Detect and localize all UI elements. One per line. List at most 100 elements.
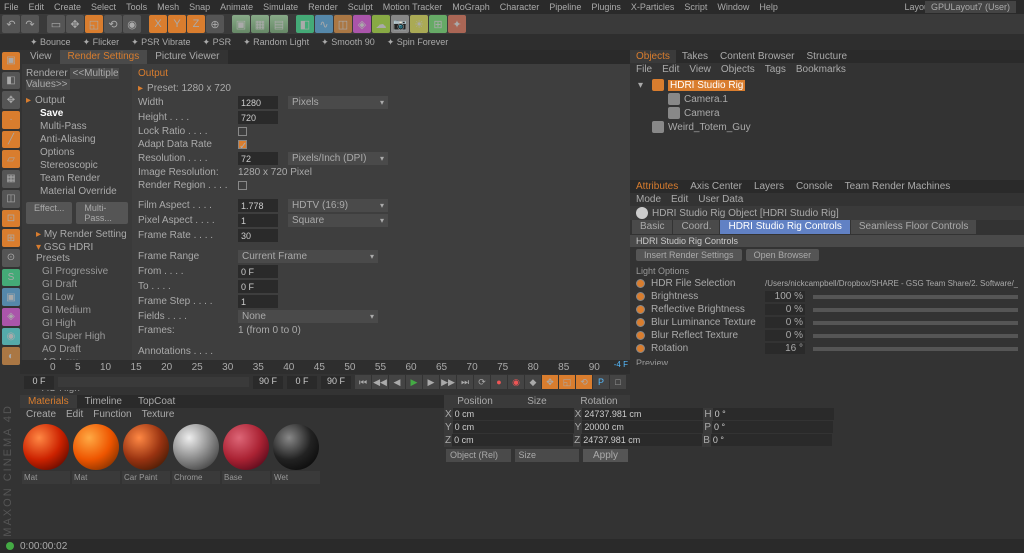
- key-rot-icon[interactable]: ⟲: [576, 375, 592, 389]
- snap-icon[interactable]: ⊙: [2, 249, 20, 267]
- tab-objects[interactable]: Objects: [630, 50, 676, 63]
- obj-row[interactable]: ▾HDRI Studio Rig: [636, 78, 1018, 92]
- brightness-value[interactable]: 100 %: [765, 291, 805, 302]
- x-axis-icon[interactable]: X: [149, 15, 167, 33]
- obj-menu-file[interactable]: File: [636, 64, 652, 75]
- deformer-icon[interactable]: ◈: [353, 15, 371, 33]
- film-aspect-dropdown[interactable]: HDTV (16:9): [288, 199, 388, 212]
- mode-b-icon[interactable]: ◉: [2, 328, 20, 346]
- obj-menu-objects[interactable]: Objects: [721, 64, 755, 75]
- from-input[interactable]: [238, 265, 278, 278]
- adapt-checkbox[interactable]: ✓: [238, 140, 247, 149]
- menu-sculpt[interactable]: Sculpt: [348, 2, 373, 12]
- menu-tools[interactable]: Tools: [126, 2, 147, 12]
- axis-mode-icon[interactable]: ✥: [2, 91, 20, 109]
- material-car-paint[interactable]: Car Paint: [122, 423, 170, 484]
- next-key-icon[interactable]: ▶▶: [440, 375, 456, 389]
- autokey-icon[interactable]: ◉: [508, 375, 524, 389]
- timeline-cur[interactable]: 0 F: [287, 376, 317, 389]
- z-axis-icon[interactable]: Z: [187, 15, 205, 33]
- object-mode-icon[interactable]: ◧: [2, 72, 20, 90]
- region-checkbox[interactable]: [238, 181, 247, 190]
- insert-render-button[interactable]: Insert Render Settings: [636, 249, 742, 261]
- step-input[interactable]: [238, 295, 278, 308]
- x-pos-input[interactable]: [453, 408, 574, 420]
- light-icon[interactable]: ☀: [410, 15, 428, 33]
- texture-mode-icon[interactable]: ▦: [2, 170, 20, 188]
- lasso-tool-icon[interactable]: ◉: [123, 15, 141, 33]
- attr-userdata[interactable]: User Data: [698, 194, 743, 205]
- tab-takes[interactable]: Takes: [676, 50, 714, 63]
- xp-icon[interactable]: ✦: [448, 15, 466, 33]
- tree-stereo[interactable]: Stereoscopic: [26, 159, 128, 172]
- btab-coord[interactable]: Coord.: [673, 220, 719, 234]
- tab-picture-viewer[interactable]: Picture Viewer: [147, 50, 227, 64]
- undo-icon[interactable]: ↶: [2, 15, 20, 33]
- uv-point-icon[interactable]: ⊡: [2, 210, 20, 228]
- cmd-psr[interactable]: ✦ PSR: [203, 37, 232, 48]
- material-mat[interactable]: Mat: [22, 423, 70, 484]
- tab-content[interactable]: Content Browser: [714, 50, 800, 63]
- spline-icon[interactable]: ∿: [315, 15, 333, 33]
- tree-team[interactable]: Team Render: [26, 172, 128, 185]
- resolution-input[interactable]: [238, 152, 278, 165]
- record-icon[interactable]: ●: [491, 375, 507, 389]
- sculpt-icon[interactable]: S: [2, 269, 20, 287]
- redo-icon[interactable]: ↷: [21, 15, 39, 33]
- hdr-file-radio[interactable]: [636, 279, 645, 288]
- fields-dropdown[interactable]: None: [238, 310, 378, 323]
- world-axis-icon[interactable]: ⊕: [206, 15, 224, 33]
- obj-row[interactable]: Camera.1: [636, 92, 1018, 106]
- frame-range-dropdown[interactable]: Current Frame: [238, 250, 378, 263]
- cube-icon[interactable]: ◧: [296, 15, 314, 33]
- blur-refl-value[interactable]: 0 %: [765, 330, 805, 341]
- keyframe-icon[interactable]: ◆: [525, 375, 541, 389]
- tab-topcoat[interactable]: TopCoat: [130, 395, 183, 408]
- tree-aa[interactable]: Anti-Aliasing: [26, 133, 128, 146]
- tree-save[interactable]: Save: [26, 107, 128, 120]
- mograph-icon[interactable]: ⊞: [429, 15, 447, 33]
- render-settings-icon[interactable]: ▤: [270, 15, 288, 33]
- menu-animate[interactable]: Animate: [220, 2, 253, 12]
- poly-mode-icon[interactable]: ▱: [2, 150, 20, 168]
- render-icon[interactable]: ▣: [232, 15, 250, 33]
- tab-console[interactable]: Console: [790, 180, 839, 193]
- h-rot-input[interactable]: [713, 408, 834, 420]
- goto-start-icon[interactable]: ⏮: [355, 375, 371, 389]
- menu-select[interactable]: Select: [91, 2, 116, 12]
- mode-c-icon[interactable]: ◐: [2, 347, 20, 365]
- next-frame-icon[interactable]: ▶: [423, 375, 439, 389]
- menu-file[interactable]: File: [4, 2, 19, 12]
- menu-motion tracker[interactable]: Motion Tracker: [383, 2, 443, 12]
- goto-end-icon[interactable]: ⏭: [457, 375, 473, 389]
- move-tool-icon[interactable]: ✥: [66, 15, 84, 33]
- width-input[interactable]: [238, 96, 278, 109]
- material-chrome[interactable]: Chrome: [172, 423, 220, 484]
- cmd-smooth-90[interactable]: ✦ Smooth 90: [321, 37, 375, 48]
- render-region-icon[interactable]: ▦: [251, 15, 269, 33]
- key-pla-icon[interactable]: □: [610, 375, 626, 389]
- mat-texture[interactable]: Texture: [142, 409, 175, 420]
- preset-gi-medium[interactable]: GI Medium: [26, 304, 128, 317]
- preset-gi-super-high[interactable]: GI Super High: [26, 330, 128, 343]
- menu-render[interactable]: Render: [308, 2, 338, 12]
- model-mode-icon[interactable]: ▣: [2, 52, 20, 70]
- preset-ao-draft[interactable]: AO Draft: [26, 343, 128, 356]
- generator-icon[interactable]: ◫: [334, 15, 352, 33]
- menu-create[interactable]: Create: [54, 2, 81, 12]
- blur-lum-slider[interactable]: [813, 321, 1018, 325]
- blur-refl-slider[interactable]: [813, 334, 1018, 338]
- tab-view[interactable]: View: [22, 50, 60, 64]
- viewport-icon[interactable]: ▣: [2, 288, 20, 306]
- cmd-flicker[interactable]: ✦ Flicker: [83, 37, 120, 48]
- obj-row[interactable]: Camera: [636, 106, 1018, 120]
- rotate-tool-icon[interactable]: ⟲: [104, 15, 122, 33]
- layout-dropdown[interactable]: GPULayout7 (User): [925, 1, 1016, 13]
- preset-gi-progressive[interactable]: GI Progressive: [26, 265, 128, 278]
- btab-basic[interactable]: Basic: [632, 220, 672, 234]
- workplane-icon[interactable]: ◫: [2, 190, 20, 208]
- b-rot-input[interactable]: [711, 434, 832, 446]
- obj-menu-tags[interactable]: Tags: [765, 64, 786, 75]
- menu-help[interactable]: Help: [759, 2, 778, 12]
- cmd-random-light[interactable]: ✦ Random Light: [243, 37, 309, 48]
